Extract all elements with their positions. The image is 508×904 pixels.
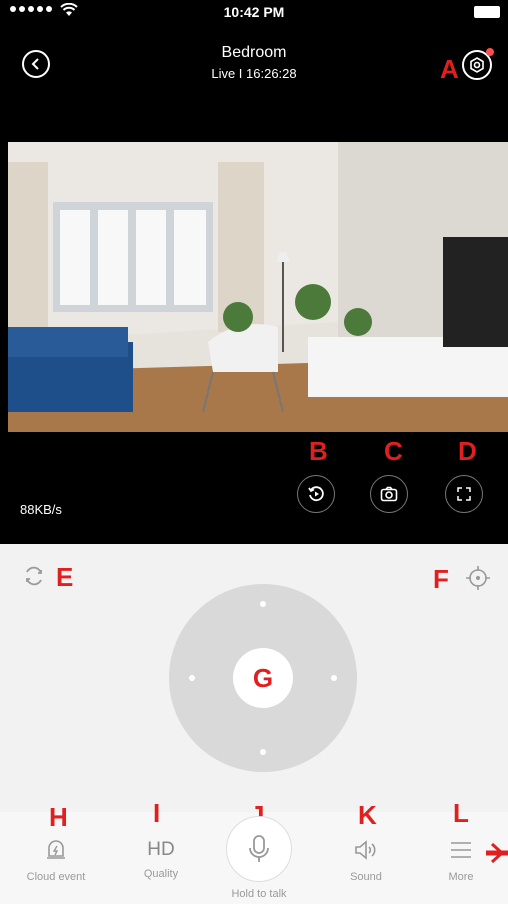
joystick-left-dot[interactable] [189,675,195,681]
status-bar: 10:42 PM [0,0,508,26]
cloud-alarm-icon [47,840,65,859]
sound-label: Sound [350,871,382,883]
quality-tab[interactable]: HD Quality [121,838,201,880]
joystick-up-dot[interactable] [260,601,266,607]
flip-rotate-button[interactable] [22,564,46,588]
quality-label: Quality [143,868,179,880]
annotation-label-a: A [440,54,459,84]
status-time: 10:42 PM [223,4,285,20]
notification-dot [486,48,494,56]
locate-button[interactable] [464,564,492,592]
cloud-event-tab[interactable]: Cloud event [16,838,96,883]
ptz-control-panel: E F G [0,544,508,812]
fullscreen-button[interactable] [445,475,483,513]
bottom-toolbar: H I J K L Cloud event HD Quality Hold to… [0,800,508,904]
annotation-label-c: C [384,436,403,466]
hold-to-talk-button[interactable] [226,816,292,882]
microphone-icon [249,835,269,862]
cloud-event-label: Cloud event [26,871,86,883]
menu-icon [451,842,471,858]
ptz-joystick[interactable]: G [169,584,357,772]
room-scene-image [8,142,508,432]
annotation-label-b: B [309,436,328,466]
header: Bedroom Live I 16:26:28 A [0,26,508,142]
hold-to-talk-label: Hold to talk [231,888,287,900]
sound-tab[interactable]: Sound [326,838,406,883]
arrow-annotation-icon [486,842,508,864]
speaker-icon [355,840,376,860]
live-video-feed[interactable] [8,142,508,432]
joystick-right-dot[interactable] [331,675,337,681]
live-timestamp: Live I 16:26:28 [211,66,297,81]
quality-value: HD [147,839,175,860]
more-label: More [448,871,474,883]
playback-button[interactable] [297,475,335,513]
replay-icon [308,486,324,502]
battery-icon [474,6,500,18]
annotation-label-d: D [458,436,477,466]
camera-icon [380,486,398,502]
page-title: Bedroom [221,44,287,61]
settings-button[interactable] [462,48,494,80]
annotation-label-e: E [56,562,74,592]
annotation-label-k: K [358,800,377,830]
video-control-bar: B C D 88KB/s [0,432,508,544]
joystick-down-dot[interactable] [260,749,266,755]
gear-icon [470,57,484,73]
fullscreen-icon [457,487,471,501]
annotation-label-f: F [433,564,449,594]
annotation-label-l: L [453,798,469,828]
annotation-label-h: H [49,802,68,832]
annotation-label-i: I [153,798,161,828]
bitrate-readout: 88KB/s [20,502,62,517]
screenshot-button[interactable] [370,475,408,513]
joystick-center-button[interactable]: G [233,648,293,708]
annotation-label-g: G [252,663,274,693]
